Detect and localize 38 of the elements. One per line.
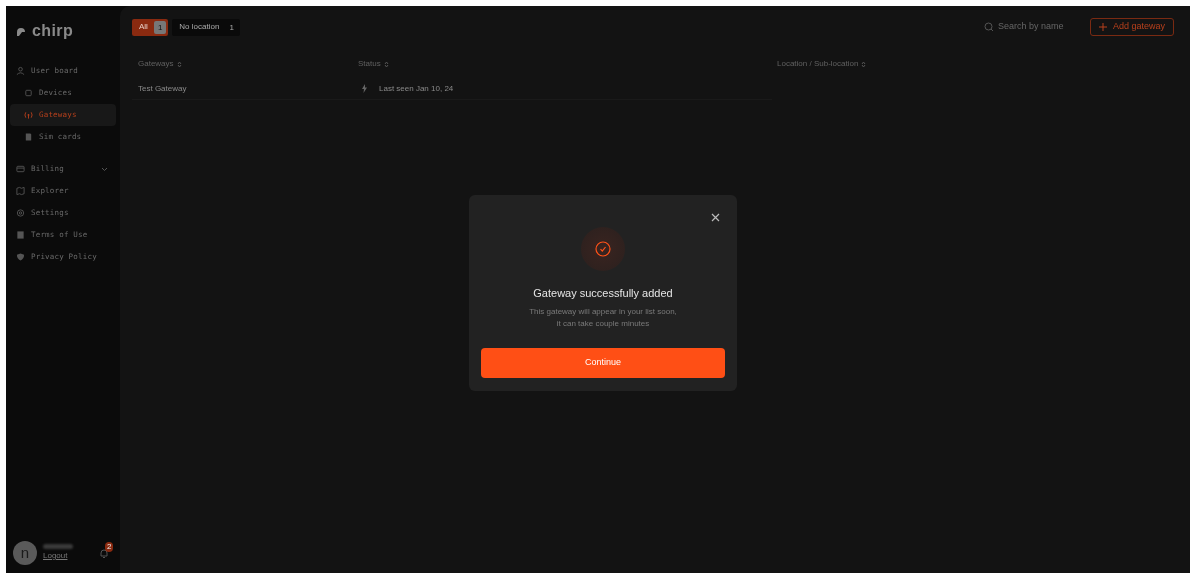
settings-icon xyxy=(16,208,25,218)
count-label: 1 xyxy=(153,20,167,34)
map-icon xyxy=(16,186,25,196)
logout-link[interactable]: Logout xyxy=(43,550,73,562)
search-icon xyxy=(983,22,994,32)
sort-icon xyxy=(861,60,867,68)
close-icon xyxy=(710,212,720,222)
shield-icon xyxy=(16,252,25,262)
blurred-username xyxy=(43,544,73,549)
sort-icon xyxy=(176,60,182,68)
chevron-down-icon xyxy=(101,166,108,172)
antenna-icon xyxy=(24,110,33,120)
continue-button[interactable]: Continue xyxy=(481,347,725,378)
column-header[interactable]: Gateways xyxy=(138,58,174,70)
close-button[interactable] xyxy=(709,211,721,223)
table-cell-text: Test Gateway xyxy=(138,82,188,95)
logo-text: chirp xyxy=(32,23,74,39)
filter-tab[interactable]: All 1 xyxy=(132,18,169,36)
success-icon xyxy=(581,227,625,271)
lightning-icon xyxy=(362,84,367,93)
user-icon xyxy=(16,66,25,76)
bell-icon[interactable] xyxy=(99,547,109,559)
filter-tab[interactable]: No location 1 xyxy=(172,18,240,36)
status-text: Last seen Jan 10, 24 xyxy=(379,82,454,95)
card-icon xyxy=(16,164,25,174)
count-label: 1 xyxy=(228,21,235,34)
search-field[interactable]: Search by name xyxy=(983,20,1070,34)
dialog-message: This gateway will appear in your list soon, it can take couple minutes xyxy=(529,305,677,330)
dialog-title: Gateway successfully added xyxy=(533,286,673,301)
user-avatar[interactable]: n xyxy=(13,541,37,565)
document-icon xyxy=(16,230,25,240)
column-header[interactable]: Location / Sub-location xyxy=(777,58,859,70)
column-header[interactable]: Status xyxy=(358,58,381,70)
plus-icon xyxy=(1098,23,1107,31)
sort-icon xyxy=(383,60,389,68)
notification-badge: 2 xyxy=(105,541,114,552)
add-gateway-button[interactable]: Add gateway xyxy=(1089,18,1174,36)
logo-icon xyxy=(16,26,26,36)
